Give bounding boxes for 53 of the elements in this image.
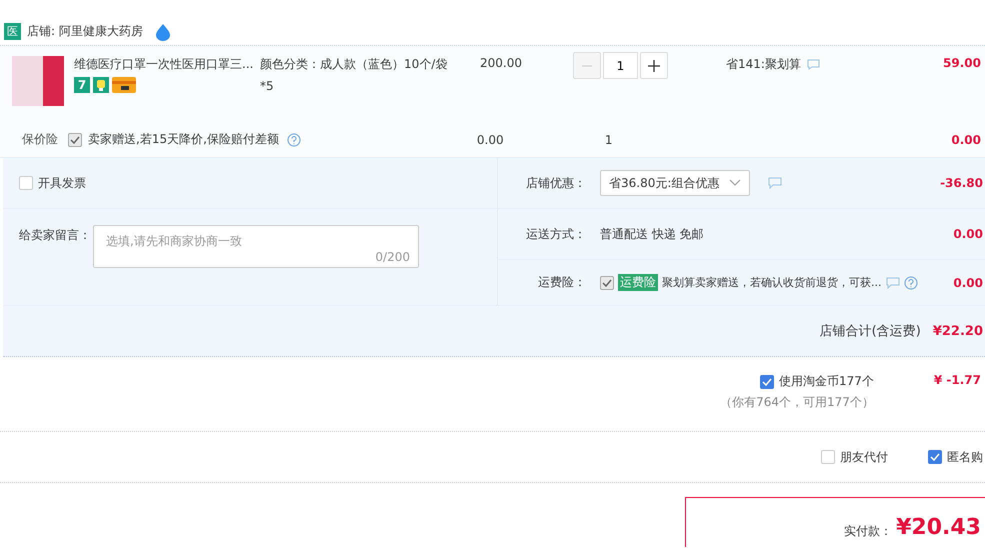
summary-label: 运费险： xyxy=(537,274,586,291)
summary-label: 运送方式： xyxy=(525,226,586,242)
promo-text: 省141:聚划算 xyxy=(726,56,801,73)
caret-icon xyxy=(729,179,742,187)
protection-label: 保价险 xyxy=(22,131,58,148)
protection-text: 卖家赠送,若15天降价,保险赔付差额 xyxy=(88,131,279,148)
sku-text: 颜色分类：成人款（蓝色）10个/袋*5 xyxy=(260,56,448,95)
chat-icon[interactable] xyxy=(886,276,900,288)
discount-select[interactable]: 省36.80元:组合优惠 xyxy=(600,170,750,196)
help-icon[interactable] xyxy=(904,276,918,290)
store-name[interactable]: 店铺: 阿里健康大药房 xyxy=(27,23,143,40)
chat-icon[interactable] xyxy=(806,59,820,70)
quantity-field[interactable]: 1 xyxy=(603,52,638,79)
invoice-label[interactable]: 开具发票 xyxy=(38,174,86,192)
invoice-checkbox[interactable] xyxy=(19,176,33,190)
protection-subtotal: 0.00 xyxy=(951,132,982,146)
coins-checkbox[interactable] xyxy=(760,374,774,388)
photo-placeholder[interactable] xyxy=(12,56,64,106)
medicine-icon xyxy=(93,77,109,93)
char-counter: 0/200 xyxy=(375,250,410,264)
coins-label[interactable]: 使用淘金币177个 xyxy=(778,373,874,390)
store-total-amount: ¥22.20 xyxy=(932,324,983,338)
chat-icon[interactable] xyxy=(768,177,782,189)
payment-amount: ¥20.43 xyxy=(896,515,981,541)
unit-price: 200.00 xyxy=(480,56,523,70)
increase-button[interactable] xyxy=(640,52,668,79)
service-badge: 7 xyxy=(74,77,90,93)
plus-icon xyxy=(647,58,661,72)
option-label[interactable]: 朋友代付 xyxy=(840,448,888,466)
option-checkbox[interactable] xyxy=(821,450,835,464)
payment-label: 实付款： xyxy=(844,523,892,540)
message-label: 给卖家留言： xyxy=(19,227,91,244)
shipping-method: 普通配送 快递 免邮 xyxy=(600,226,704,242)
option-checkbox[interactable] xyxy=(928,450,942,464)
card-icon xyxy=(112,77,136,93)
pharmacy-badge: 医 xyxy=(4,23,21,40)
summary-amount: 0.00 xyxy=(953,227,984,241)
chat-drop-icon[interactable] xyxy=(154,22,171,40)
insurance-text: 聚划算卖家赠送，若确认收货前退货，可获... xyxy=(662,275,882,290)
summary-amount: 0.00 xyxy=(953,276,984,290)
coins-note: （你有764个，可用177个） xyxy=(720,394,874,411)
coins-amount: ¥ -1.77 xyxy=(934,373,981,389)
protection-price: 0.00 xyxy=(476,132,505,146)
product-title[interactable]: 维德医疗口罩一次性医用口罩三... xyxy=(74,56,258,73)
option-label[interactable]: 匿名购 xyxy=(947,448,983,466)
help-icon[interactable] xyxy=(286,132,301,146)
decrease-button[interactable] xyxy=(573,52,601,79)
store-total-label: 店铺合计(含运费) xyxy=(820,323,921,340)
insurance-tag: 运费险 xyxy=(618,274,658,291)
summary-amount: -36.80 xyxy=(940,176,984,190)
item-subtotal: 59.00 xyxy=(943,56,982,70)
summary-label: 店铺优惠： xyxy=(525,174,586,192)
protection-quantity: 1 xyxy=(604,132,613,146)
